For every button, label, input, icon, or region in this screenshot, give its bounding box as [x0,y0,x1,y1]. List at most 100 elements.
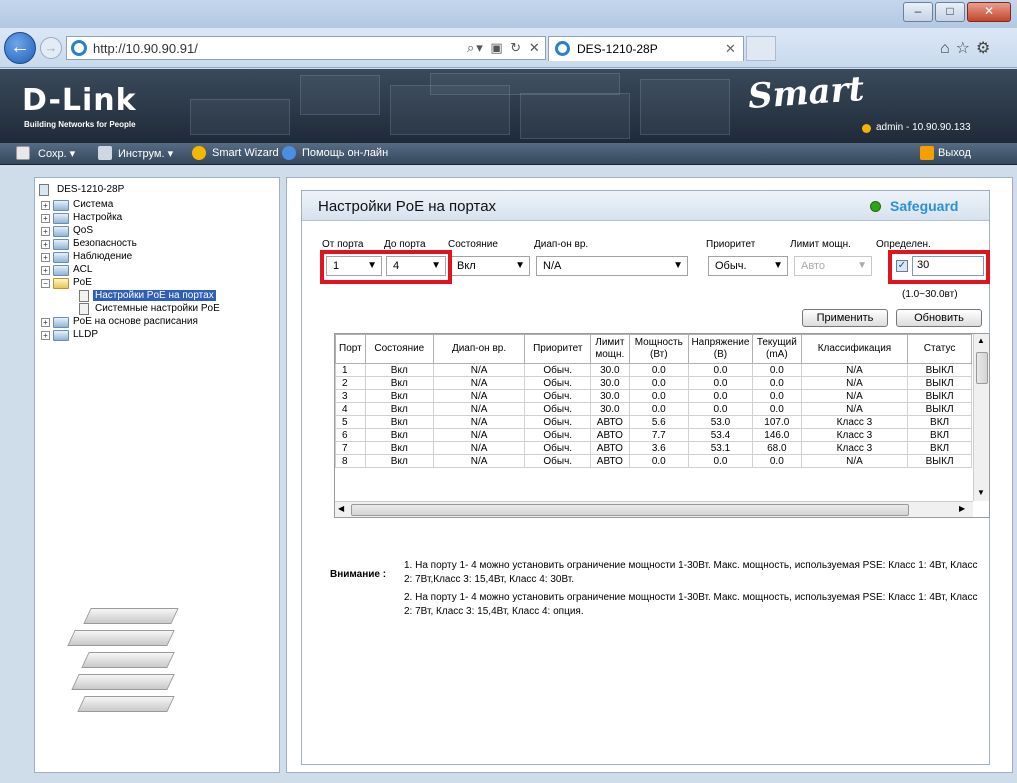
address-bar[interactable]: http://10.90.90.91/ ⌕▾ ▣ ↻ ✕ [66,36,546,60]
navigation-tree: DES-1210-28P + Система + Настройка + QoS… [34,177,280,773]
table-cell: ВКЛ [907,441,972,455]
expand-icon[interactable]: + [41,214,50,223]
maximize-button[interactable]: □ [935,2,965,22]
table-row[interactable]: 4 Вкл N/A Обыч. 30.0 0.0 0.0 0.0 N/A ВЫКЛ [335,402,972,416]
header-decoration [430,73,620,95]
table-cell: 0.0 [751,363,802,377]
new-tab-button[interactable] [746,36,776,61]
browser-toolbar-icons[interactable]: ⌂☆⚙ [940,38,996,58]
browser-tab[interactable]: DES-1210-28P ✕ [548,36,744,61]
table-cell: Вкл [364,428,434,442]
table-cell: 0.0 [628,363,690,377]
table-cell: 0.0 [751,402,802,416]
scroll-left-icon[interactable]: ◀ [338,504,344,513]
priority-label: Приоритет [706,239,756,250]
apply-button[interactable]: Применить [802,309,888,327]
header-decoration [640,79,730,135]
table-cell: АВТО [590,454,630,468]
horizontal-scroll-thumb[interactable] [351,504,909,516]
note-1: 1. На порту 1- 4 можно установить ограни… [404,560,978,585]
to-port-label: До порта [384,239,426,250]
tree-label: Безопасность [73,238,137,249]
table-cell: Обыч. [524,363,592,377]
port-range-highlight [320,250,452,284]
table-cell: Класс 3 [800,415,909,429]
smart-wizard-link[interactable]: Smart Wizard [212,147,279,159]
collapse-icon[interactable]: − [41,279,50,288]
tree-label: PoE [73,277,92,288]
vertical-scroll-thumb[interactable] [976,352,988,384]
expand-icon[interactable]: + [41,240,50,249]
scroll-down-icon[interactable]: ▼ [977,488,985,497]
col-header: Приоритет [524,334,592,364]
table-cell: АВТО [590,441,630,455]
table-cell: 3.6 [628,441,690,455]
priority-select[interactable]: Обыч. ▼ [708,256,788,276]
table-row[interactable]: 7 Вкл N/A Обыч. АВТО 3.6 53.1 68.0 Класс 3 ВКЛ [335,441,972,455]
poe-table: Порт Состояние Диап-он вр. Приоритет Лим… [335,334,972,468]
content-header: Настройки PoE на портах Safeguard [302,191,989,221]
tools-menu[interactable]: Инструм. ▾ [118,147,173,160]
limit-input-highlight [888,250,990,284]
table-row[interactable]: 8 Вкл N/A Обыч. АВТО 0.0 0.0 0.0 N/A ВЫКЛ [335,454,972,468]
tree-label: ACL [73,264,93,275]
folder-icon [53,213,69,224]
forward-arrow-icon[interactable]: → [40,37,62,59]
col-header: Состояние [364,334,434,364]
time-range-value: N/A [543,260,562,272]
expand-icon[interactable]: + [41,253,50,262]
table-row[interactable]: 5 Вкл N/A Обыч. АВТО 5.6 53.0 107.0 Класс 3 ВКЛ [335,415,972,429]
expand-icon[interactable]: + [41,201,50,210]
tools-menu-label: Инструм. [118,148,165,160]
table-cell: 3 [335,389,366,403]
expand-icon[interactable]: + [41,331,50,340]
table-cell: N/A [432,428,526,442]
minimize-button[interactable]: – [903,2,933,22]
save-menu[interactable]: Сохр. ▾ [38,147,75,160]
table-cell: 0.0 [628,402,690,416]
table-cell: ВЫКЛ [907,389,972,403]
table-cell: Вкл [364,441,434,455]
scroll-up-icon[interactable]: ▲ [977,336,985,345]
table-cell: Вкл [364,415,434,429]
refresh-button[interactable]: Обновить [896,309,982,327]
url-text[interactable]: http://10.90.90.91/ [93,41,198,56]
table-cell: N/A [800,389,909,403]
online-help-link[interactable]: Помощь он-лайн [302,147,388,159]
tab-close-icon[interactable]: ✕ [725,41,736,57]
table-horizontal-scrollbar[interactable]: ◀ ▶ [335,501,973,517]
tree-label-selected: Настройки PoE на портах [93,290,216,301]
save-menu-label: Сохр. [38,148,67,160]
table-row[interactable]: 3 Вкл N/A Обыч. 30.0 0.0 0.0 0.0 N/A ВЫКЛ [335,389,972,403]
power-limit-select[interactable]: Авто ▼ [794,256,872,276]
logout-link[interactable]: Выход [938,147,971,159]
table-row[interactable]: 2 Вкл N/A Обыч. 30.0 0.0 0.0 0.0 N/A ВЫКЛ [335,376,972,390]
scroll-right-icon[interactable]: ▶ [959,504,965,513]
col-header: Статус [907,334,972,364]
table-cell: N/A [432,415,526,429]
expand-icon[interactable]: + [41,318,50,327]
state-label: Состояние [448,239,498,250]
folder-icon [53,239,69,250]
back-arrow-icon[interactable]: ← [4,32,36,64]
state-value: Вкл [457,260,476,272]
table-cell: 0.0 [688,363,753,377]
folder-icon [53,317,69,328]
expand-icon[interactable]: + [41,227,50,236]
time-range-select[interactable]: N/A ▼ [536,256,688,276]
table-vertical-scrollbar[interactable]: ▲ ▼ [973,334,989,501]
note-label: Внимание : [330,569,387,580]
table-cell: 53.4 [688,428,753,442]
state-select[interactable]: Вкл ▼ [450,256,530,276]
open-folder-icon [53,278,69,289]
close-window-button[interactable]: ✕ [967,2,1011,22]
address-controls[interactable]: ⌕▾ ▣ ↻ ✕ [467,40,542,56]
folder-icon [53,226,69,237]
table-row[interactable]: 1 Вкл N/A Обыч. 30.0 0.0 0.0 0.0 N/A ВЫКЛ [335,363,972,377]
table-cell: 0.0 [628,454,690,468]
table-cell: Обыч. [524,454,592,468]
table-cell: 0.0 [688,376,753,390]
expand-icon[interactable]: + [41,266,50,275]
col-header: Порт [335,334,366,364]
table-row[interactable]: 6 Вкл N/A Обыч. АВТО 7.7 53.4 146.0 Класс 3 ВКЛ [335,428,972,442]
